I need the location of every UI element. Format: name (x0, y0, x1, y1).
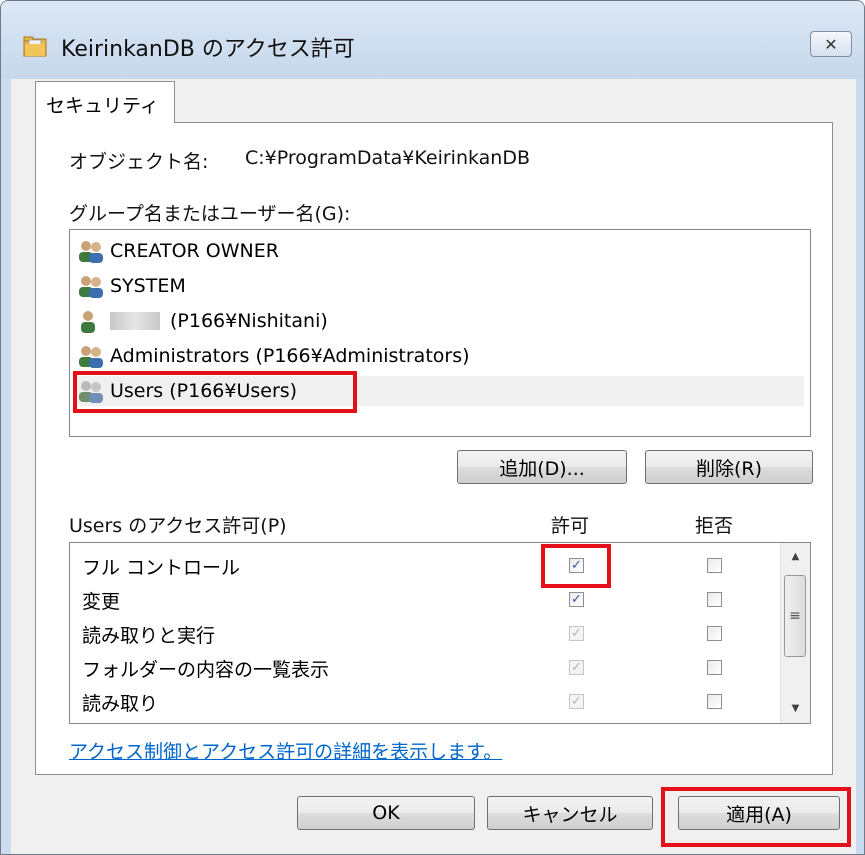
list-item-label: SYSTEM (110, 275, 186, 297)
permission-row: 変更 (82, 585, 120, 615)
tab-security[interactable]: セキュリティ (35, 81, 175, 123)
ok-button[interactable]: OK (297, 796, 475, 830)
permissions-list: フル コントロール 変更 読み取りと実行 フォルダーの内容の一覧表示 読み取り … (69, 542, 811, 724)
list-item-label: Administrators (P166¥Administrators) (110, 345, 470, 367)
deny-checkbox-read[interactable] (707, 694, 722, 709)
group-icon (79, 381, 103, 403)
permissions-scrollbar[interactable]: ▲ ≡ ▼ (780, 543, 810, 723)
list-item-label: CREATOR OWNER (110, 240, 279, 262)
apply-button[interactable]: 適用(A) (678, 796, 840, 830)
list-item-label: Users (P166¥Users) (110, 380, 298, 402)
list-item[interactable]: (P166¥Nishitani) (76, 306, 804, 336)
redacted-name (110, 312, 160, 330)
list-item-selected[interactable]: Users (P166¥Users) (76, 376, 804, 406)
permission-row: フォルダーの内容の一覧表示 (82, 653, 329, 683)
title-bar[interactable]: KeirinkanDB のアクセス許可 ✕ (1, 1, 864, 79)
deny-column-header: 拒否 (695, 515, 734, 537)
list-item[interactable]: Administrators (P166¥Administrators) (76, 341, 804, 371)
object-name-value: C:¥ProgramData¥KeirinkanDB (245, 147, 531, 169)
permission-name: 読み取りと実行 (82, 624, 216, 647)
deny-checkbox-list-folder[interactable] (707, 660, 722, 675)
permissions-dialog: KeirinkanDB のアクセス許可 ✕ セキュリティ オブジェクト名: C:… (0, 0, 865, 855)
close-icon: ✕ (824, 34, 838, 54)
group-icon (79, 241, 103, 263)
allow-column-header: 許可 (551, 515, 590, 537)
list-item-label: (P166¥Nishitani) (170, 310, 328, 332)
list-item[interactable]: SYSTEM (76, 271, 804, 301)
permission-name: 読み取り (82, 692, 159, 715)
scroll-up-arrow-icon[interactable]: ▲ (781, 545, 810, 569)
allow-checkbox-read[interactable]: ✓ (569, 694, 584, 709)
cancel-button[interactable]: キャンセル (487, 796, 653, 830)
permission-row: 読み取り (82, 687, 158, 717)
allow-checkbox-modify[interactable]: ✓ (569, 592, 584, 607)
group-user-list[interactable]: CREATOR OWNER SYSTEM (P166¥Nishitani) Ad… (69, 229, 811, 437)
allow-checkbox-full-control[interactable]: ✓ (569, 558, 584, 573)
scroll-down-arrow-icon[interactable]: ▼ (781, 697, 810, 721)
folder-icon (23, 36, 47, 57)
group-icon (79, 276, 103, 298)
window-title: KeirinkanDB のアクセス許可 (61, 37, 355, 62)
deny-checkbox-full-control[interactable] (707, 558, 722, 573)
allow-checkbox-list-folder[interactable]: ✓ (569, 660, 584, 675)
user-icon (81, 311, 95, 333)
object-name-label: オブジェクト名: (69, 151, 209, 173)
permissions-label: Users のアクセス許可(P) (69, 515, 287, 537)
deny-checkbox-read-execute[interactable] (707, 626, 722, 641)
groups-label: グループ名またはユーザー名(G): (69, 203, 351, 225)
permission-name: フォルダーの内容の一覧表示 (82, 658, 330, 681)
close-button[interactable]: ✕ (810, 31, 852, 57)
deny-checkbox-modify[interactable] (707, 592, 722, 607)
permission-row: フル コントロール (82, 551, 240, 581)
add-button[interactable]: 追加(D)... (457, 450, 627, 484)
allow-checkbox-read-execute[interactable]: ✓ (569, 626, 584, 641)
list-item[interactable]: CREATOR OWNER (76, 236, 804, 266)
remove-button[interactable]: 削除(R) (645, 450, 813, 484)
permission-name: フル コントロール (82, 556, 241, 579)
group-icon (79, 346, 103, 368)
scroll-thumb[interactable]: ≡ (784, 575, 806, 657)
permissions-help-link[interactable]: アクセス制御とアクセス許可の詳細を表示します。 (69, 737, 502, 764)
permission-name: 変更 (82, 590, 121, 613)
permission-row: 読み取りと実行 (82, 619, 215, 649)
